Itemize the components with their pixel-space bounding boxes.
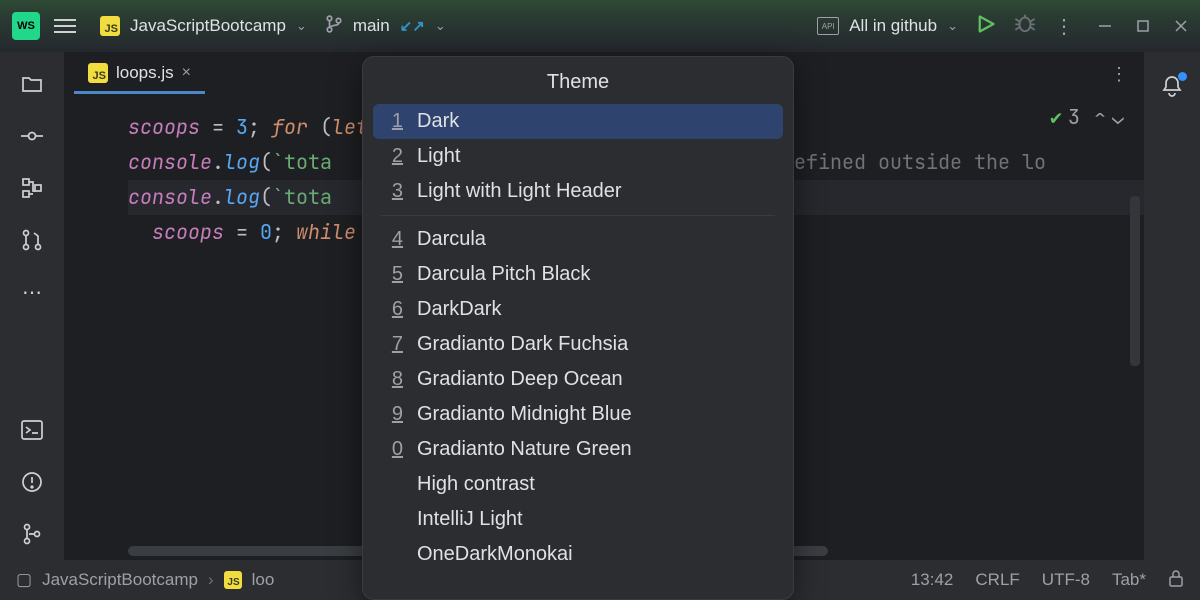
theme-option[interactable]: 0IntelliJ Light [373, 502, 783, 537]
terminal-tool-icon[interactable] [20, 418, 44, 442]
theme-label: Light with Light Header [417, 180, 622, 203]
theme-mnemonic: 6 [389, 298, 403, 321]
chevron-down-icon: ⌄ [435, 18, 446, 34]
theme-option[interactable]: 6 DarkDark [373, 292, 783, 327]
js-icon: JS [88, 63, 108, 83]
theme-option[interactable]: 0OneDarkMonokai [373, 537, 783, 572]
project-selector[interactable]: JS JavaScriptBootcamp ⌄ [100, 16, 307, 36]
line-separator[interactable]: CRLF [975, 570, 1019, 590]
main-menu-button[interactable] [54, 19, 76, 33]
vertical-scrollbar[interactable] [1130, 196, 1140, 366]
theme-mnemonic: 7 [389, 333, 403, 356]
breadcrumb-separator: › [208, 570, 214, 590]
more-tools-icon[interactable]: ⋯ [20, 280, 44, 304]
maximize-button[interactable] [1136, 19, 1150, 33]
theme-mnemonic: 0 [389, 438, 403, 461]
theme-mnemonic: 5 [389, 263, 403, 286]
minimize-button[interactable] [1098, 19, 1112, 33]
theme-label: Light [417, 145, 460, 168]
theme-mnemonic: 9 [389, 403, 403, 426]
project-tool-icon[interactable] [20, 72, 44, 96]
theme-mnemonic: 3 [389, 180, 403, 203]
theme-mnemonic: 2 [389, 145, 403, 168]
theme-option[interactable]: 4 Darcula [373, 222, 783, 257]
project-name: JavaScriptBootcamp [130, 16, 286, 36]
run-button[interactable] [976, 14, 996, 39]
caret-position[interactable]: 13:42 [911, 570, 954, 590]
breadcrumb-file[interactable]: loo [252, 570, 275, 590]
readonly-lock-icon[interactable] [1168, 569, 1184, 592]
js-icon: JS [100, 16, 120, 36]
theme-label: IntelliJ Light [417, 508, 523, 531]
branch-icon [325, 15, 343, 38]
theme-label: Gradianto Deep Ocean [417, 368, 623, 391]
theme-label: Gradianto Nature Green [417, 438, 632, 461]
theme-option[interactable]: 0High contrast [373, 467, 783, 502]
inspection-widget[interactable]: ✔ 3 ⌃ ⌄ [1050, 100, 1124, 135]
close-button[interactable] [1174, 19, 1188, 33]
theme-option[interactable]: 9 Gradianto Midnight Blue [373, 397, 783, 432]
breadcrumb-root[interactable]: JavaScriptBootcamp [42, 570, 198, 590]
theme-popup: Theme 1 Dark 2 Light 3 Light with Light Heade… [362, 56, 794, 600]
debug-button[interactable] [1014, 12, 1036, 40]
chevron-down-icon: ⌄ [947, 18, 958, 34]
more-actions-icon[interactable]: ⋮ [1054, 14, 1074, 39]
api-icon: API [817, 17, 839, 35]
theme-label: Darcula [417, 228, 486, 251]
chevron-down-icon: ⌄ [296, 18, 307, 34]
popup-title: Theme [363, 57, 793, 104]
inspection-count: 3 [1068, 100, 1080, 135]
chevron-up-icon[interactable]: ⌃ [1094, 100, 1106, 135]
js-icon: JS [224, 571, 242, 589]
close-tab-icon[interactable]: × [182, 64, 191, 82]
notification-dot [1178, 72, 1187, 81]
check-icon: ✔ [1050, 100, 1062, 135]
tab-options-icon[interactable]: ⋮ [1110, 64, 1128, 85]
theme-label: OneDarkMonokai [417, 543, 573, 566]
run-config-selector[interactable]: API All in github ⌄ [817, 16, 958, 36]
theme-label: Gradianto Midnight Blue [417, 403, 632, 426]
theme-mnemonic: 8 [389, 368, 403, 391]
titlebar: WS JS JavaScriptBootcamp ⌄ main ↙↗ ⌄ API… [0, 0, 1200, 52]
indent-setting[interactable]: Tab* [1112, 570, 1146, 590]
theme-option[interactable]: 0 Gradianto Nature Green [373, 432, 783, 467]
theme-label: Darcula Pitch Black [417, 263, 590, 286]
branch-name: main [353, 16, 390, 36]
chevron-down-icon[interactable]: ⌄ [1112, 100, 1124, 135]
commit-tool-icon[interactable] [20, 124, 44, 148]
theme-label: Dark [417, 110, 459, 133]
theme-label: DarkDark [417, 298, 501, 321]
incoming-outgoing-icon: ↙↗ [400, 17, 425, 35]
breadcrumb-root-icon[interactable]: ▢ [16, 570, 32, 590]
left-tool-sidebar: ⋯ [0, 52, 64, 560]
theme-option[interactable]: 7 Gradianto Dark Fuchsia [373, 327, 783, 362]
structure-tool-icon[interactable] [20, 176, 44, 200]
run-config-label: All in github [849, 16, 937, 36]
pull-requests-tool-icon[interactable] [20, 228, 44, 252]
app-logo[interactable]: WS [12, 12, 40, 40]
file-encoding[interactable]: UTF-8 [1042, 570, 1090, 590]
vcs-tool-icon[interactable] [20, 522, 44, 546]
theme-mnemonic: 1 [389, 110, 403, 133]
theme-option[interactable]: 1 Dark [373, 104, 783, 139]
theme-option[interactable]: 3 Light with Light Header [373, 174, 783, 209]
notifications-icon[interactable] [1161, 74, 1183, 104]
theme-label: High contrast [417, 473, 535, 496]
vcs-branch-selector[interactable]: main ↙↗ ⌄ [325, 15, 446, 38]
theme-option[interactable]: 2 Light [373, 139, 783, 174]
theme-list: 1 Dark 2 Light 3 Light with Light Header 4 Darc… [363, 104, 793, 599]
theme-label: Gradianto Dark Fuchsia [417, 333, 628, 356]
right-tool-sidebar [1144, 52, 1200, 560]
theme-option[interactable]: 5 Darcula Pitch Black [373, 257, 783, 292]
problems-tool-icon[interactable] [20, 470, 44, 494]
tab-label: loops.js [116, 63, 174, 83]
theme-mnemonic: 4 [389, 228, 403, 251]
theme-option[interactable]: 8 Gradianto Deep Ocean [373, 362, 783, 397]
tab-loops-js[interactable]: JS loops.js × [74, 55, 205, 94]
